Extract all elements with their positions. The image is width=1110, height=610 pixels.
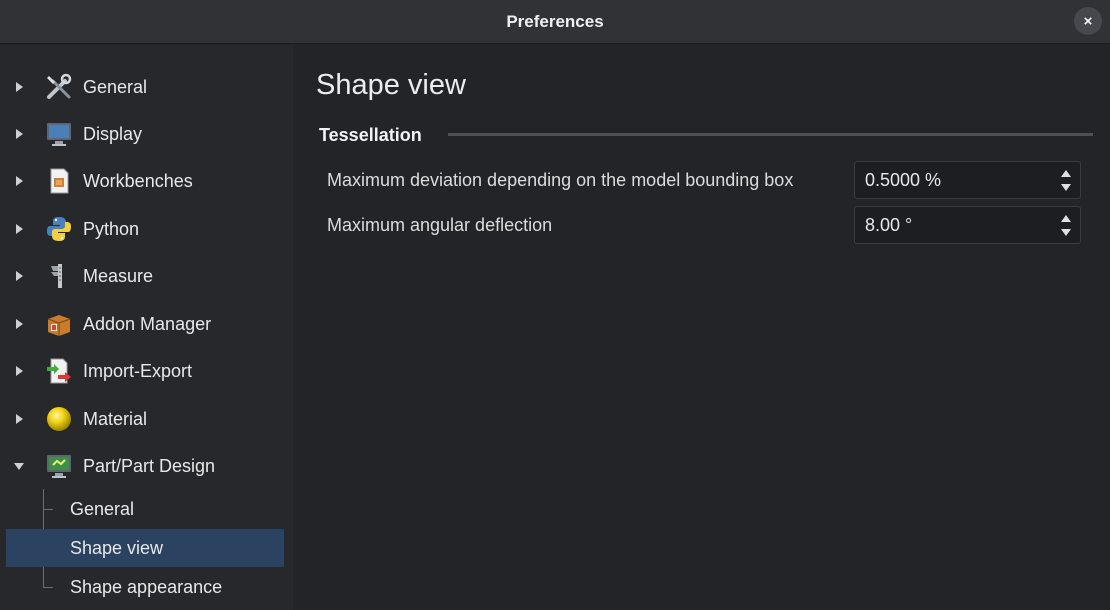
group-title: Tessellation — [319, 125, 422, 145]
max-angular-deflection-input[interactable] — [855, 207, 1050, 243]
tree-item-part-design[interactable]: Part/Part Design — [0, 446, 293, 486]
expand-arrow-icon[interactable] — [12, 174, 26, 188]
tree-item-label: Part/Part Design — [83, 455, 216, 476]
tree-child-label: Shape view — [70, 538, 164, 558]
tree-item-label: General — [83, 76, 148, 97]
expand-arrow-icon[interactable] — [12, 222, 26, 236]
python-icon — [44, 214, 74, 244]
spin-down-icon[interactable] — [1060, 181, 1072, 193]
expand-arrow-icon[interactable] — [12, 412, 26, 426]
tree-child-shape-view[interactable]: Shape view — [6, 529, 284, 567]
tree-child-label: Shape appearance — [70, 577, 223, 597]
tree-item-general[interactable]: General — [0, 67, 293, 107]
expand-arrow-icon[interactable] — [12, 269, 26, 283]
spin-up-icon[interactable] — [1060, 212, 1072, 224]
part-design-icon — [44, 451, 74, 481]
tree-item-addon-manager[interactable]: Addon Manager — [0, 304, 293, 344]
max-angular-deflection-spinbox[interactable] — [854, 206, 1081, 244]
caliper-icon — [44, 261, 74, 291]
preferences-tree: General Display Workbenches Python Measu… — [0, 45, 293, 610]
tools-icon — [44, 72, 74, 102]
tree-item-import-export[interactable]: Import-Export — [0, 351, 293, 391]
title-bar: Preferences × — [0, 0, 1110, 44]
max-deviation-spinbox[interactable] — [854, 161, 1081, 199]
max-deviation-input[interactable] — [855, 162, 1050, 198]
expand-arrow-icon[interactable] — [12, 80, 26, 94]
max-angular-deflection-label: Maximum angular deflection — [327, 215, 553, 235]
tree-item-label: Import-Export — [83, 360, 193, 381]
max-deviation-label: Maximum deviation depending on the model… — [327, 170, 794, 190]
tree-item-label: Workbenches — [83, 170, 193, 191]
tree-item-label: Measure — [83, 265, 154, 286]
spin-up-icon[interactable] — [1060, 167, 1072, 179]
workbench-icon — [44, 166, 74, 196]
settings-panel: Shape view Tessellation Maximum deviatio… — [293, 45, 1110, 610]
spin-down-icon[interactable] — [1060, 226, 1072, 238]
page-title: Shape view — [316, 69, 466, 101]
tree-item-label: Addon Manager — [83, 313, 212, 334]
tree-item-material[interactable]: Material — [0, 399, 293, 439]
addon-box-icon — [44, 309, 74, 339]
material-sphere-icon — [44, 404, 74, 434]
tree-child-general[interactable]: General — [6, 490, 284, 528]
tree-item-measure[interactable]: Measure — [0, 256, 293, 296]
tree-item-display[interactable]: Display — [0, 114, 293, 154]
close-button[interactable]: × — [1074, 7, 1102, 35]
tree-child-shape-appearance[interactable]: Shape appearance — [6, 568, 284, 606]
close-icon: × — [1083, 12, 1093, 30]
tree-item-label: Material — [83, 408, 148, 429]
window-title: Preferences — [506, 11, 604, 31]
tree-item-label: Python — [83, 218, 140, 239]
import-export-icon — [44, 356, 74, 386]
expand-arrow-icon[interactable] — [12, 317, 26, 331]
monitor-icon — [44, 119, 74, 149]
group-divider — [448, 133, 1093, 136]
expand-arrow-icon[interactable] — [12, 364, 26, 378]
tree-item-python[interactable]: Python — [0, 209, 293, 249]
tree-child-label: General — [70, 499, 135, 519]
tree-item-label: Display — [83, 123, 143, 144]
expand-arrow-icon[interactable] — [12, 127, 26, 141]
tree-item-workbenches[interactable]: Workbenches — [0, 161, 293, 201]
collapse-arrow-icon[interactable] — [12, 459, 26, 473]
